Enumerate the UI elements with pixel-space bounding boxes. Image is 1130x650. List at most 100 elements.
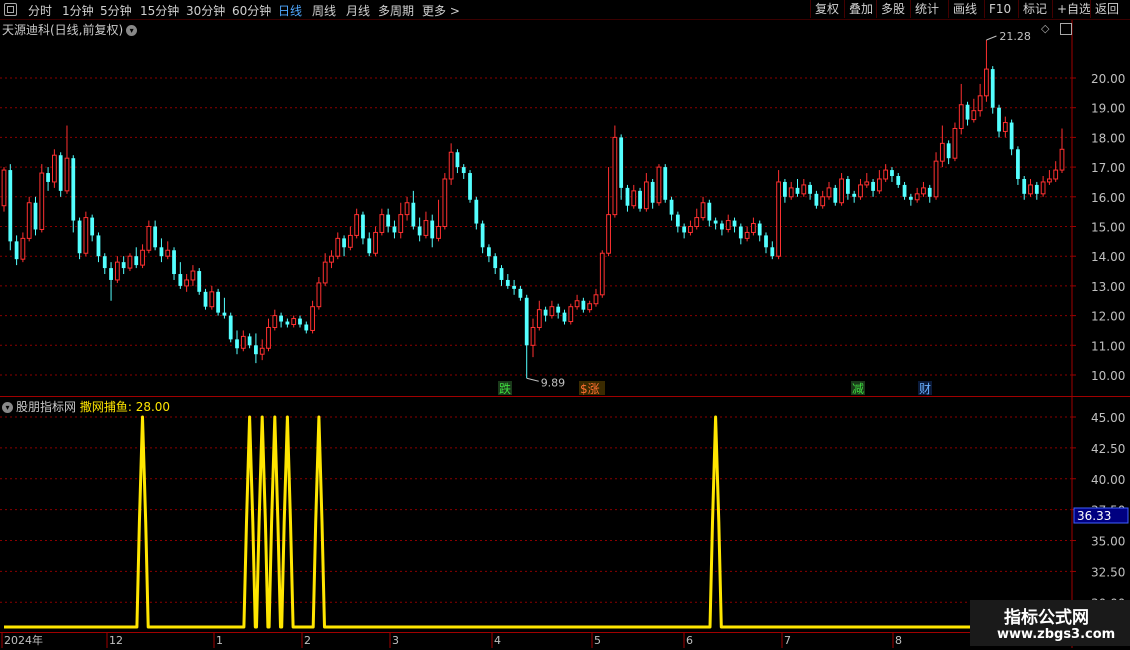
period-tab[interactable]: 日线 (278, 2, 302, 19)
candle-body (51, 154, 57, 183)
price-tick-label: 11.00 (1091, 339, 1125, 353)
time-axis-label: 2024年 (4, 633, 43, 647)
period-toolbar: 分时 1分钟 5分钟 15分钟 30分钟 60分钟 日线 周线 月线 多周期 更多 > 复权 叠加 多股… (0, 0, 1130, 20)
candle-body (530, 326, 536, 346)
candle-body (379, 214, 385, 233)
period-tab[interactable]: 多周期 (378, 2, 414, 19)
period-tab[interactable]: 30分钟 (186, 2, 225, 19)
chevron-down-icon[interactable]: ▾ (126, 25, 138, 36)
candle-body (738, 226, 743, 239)
candle-body (46, 173, 50, 182)
candle-body (184, 279, 190, 287)
indicator-series (4, 415, 1062, 629)
candle-body (279, 315, 283, 322)
price-tick-label: 10.00 (1091, 369, 1125, 383)
candle-body (669, 199, 674, 215)
toolbar-button[interactable]: +自选 (1052, 0, 1095, 18)
kline-chart[interactable]: 20.00 19.00 18.00 17.00 16.00 15.00 14.00 13.00… (0, 0, 1130, 650)
candle-body (96, 235, 101, 257)
candle-body (788, 187, 794, 198)
candle-body (83, 217, 89, 254)
period-tab[interactable]: 周线 (312, 2, 336, 19)
candle-body (127, 255, 133, 269)
toolbar-button[interactable]: 多股 (876, 0, 909, 18)
candle-body (518, 288, 523, 298)
candle-body (599, 252, 605, 296)
candle-body (235, 339, 239, 349)
candle-body (58, 155, 63, 191)
candle-body (316, 282, 322, 308)
event-marker: 跌 (499, 381, 511, 396)
candle-body (178, 274, 183, 286)
candle-body (864, 181, 870, 186)
indicator-line (4, 415, 1062, 629)
candle-body (172, 250, 176, 275)
candle-body (625, 187, 630, 206)
candle-body (254, 345, 258, 355)
candle-body (109, 268, 113, 280)
candle-body (448, 151, 454, 180)
candle-body (8, 170, 13, 242)
candle-body (688, 226, 693, 233)
period-tab[interactable]: 1分钟 (62, 2, 94, 19)
candle-body (631, 190, 637, 207)
low-pointer (526, 377, 539, 382)
candle-body (619, 137, 624, 188)
panel-toggle-icon[interactable] (1060, 23, 1072, 35)
candle-body (474, 199, 479, 224)
toolbar-button[interactable]: 画线 (948, 0, 981, 18)
candle-body (675, 214, 680, 227)
diamond-icon[interactable]: ◇ (1041, 22, 1049, 35)
candle-body (480, 223, 485, 248)
candle-body (272, 315, 278, 328)
indicator-tick-label: 32.50 (1091, 565, 1125, 579)
candle-body (997, 107, 1001, 132)
candle-body (310, 306, 315, 331)
candle-body (990, 69, 995, 108)
candle-body (574, 300, 580, 308)
time-axis-label: 6 (686, 634, 693, 647)
candle-body (971, 110, 977, 121)
candle-body (216, 291, 221, 313)
period-tab[interactable]: 5分钟 (100, 2, 132, 19)
menu-icon[interactable] (4, 3, 17, 16)
candle-body (487, 247, 491, 257)
candle-body (165, 249, 171, 257)
candle-body (568, 306, 574, 323)
candle-body (694, 217, 700, 227)
candle-body (1059, 148, 1065, 171)
toolbar-button[interactable]: F10 (984, 0, 1015, 18)
period-tab[interactable]: 更多 > (422, 2, 460, 19)
high-pointer (986, 35, 997, 41)
toolbar-button[interactable]: 标记 (1018, 0, 1051, 18)
candle-body (398, 214, 404, 233)
price-tick-label: 14.00 (1091, 250, 1125, 264)
candle-body (77, 220, 82, 254)
candle-body (1047, 178, 1052, 183)
toolbar-button[interactable]: 统计 (910, 0, 943, 18)
price-tick-label: 15.00 (1091, 221, 1125, 235)
toolbar-button[interactable]: 叠加 (844, 0, 877, 18)
toolbar-button[interactable]: 复权 (810, 0, 843, 18)
candle-body (902, 184, 907, 197)
period-tab[interactable]: 月线 (346, 2, 370, 19)
candle-body (770, 247, 775, 257)
candle-body (386, 214, 391, 227)
candle-body (858, 184, 863, 198)
low-label: 9.89 (541, 376, 566, 389)
watermark-url: www.zbgs3.com (997, 627, 1116, 642)
candle-body (493, 256, 498, 269)
indicator-tick-label: 42.50 (1091, 442, 1125, 456)
period-tab[interactable]: 15分钟 (140, 2, 179, 19)
candle-body (1034, 184, 1039, 194)
period-tab[interactable]: 60分钟 (232, 2, 271, 19)
toolbar-button[interactable]: 返回 (1090, 0, 1123, 18)
indicator-tick-label: 40.00 (1091, 473, 1125, 487)
event-marker: 财 (919, 382, 931, 396)
candle-body (266, 326, 271, 349)
candle-body (291, 318, 297, 326)
chevron-down-icon[interactable]: ▾ (2, 402, 13, 413)
candle-body (121, 262, 126, 269)
candle-body (361, 214, 365, 239)
period-tab[interactable]: 分时 (28, 2, 52, 19)
